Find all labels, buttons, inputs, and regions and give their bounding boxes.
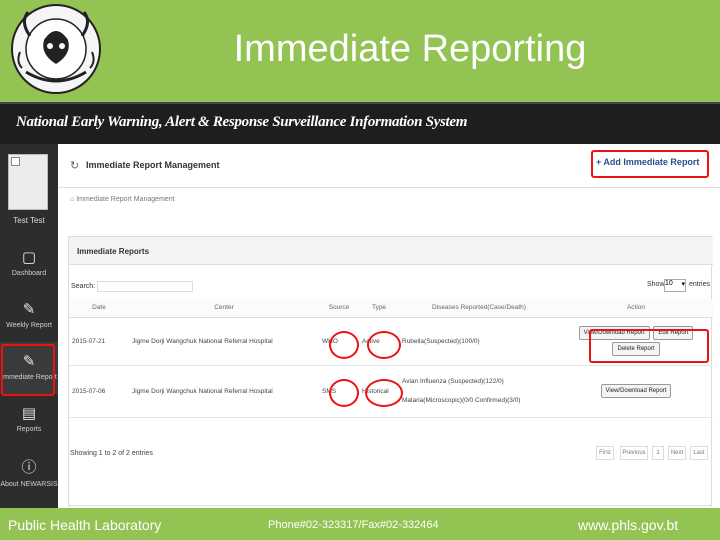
column-header[interactable]: Source xyxy=(319,299,359,318)
bar-chart-icon: ▤ xyxy=(21,404,37,422)
table-header-row: Date Center Source Type Diseases Reporte… xyxy=(69,299,713,318)
sidebar-item-reports[interactable]: ▤ Reports xyxy=(0,394,58,446)
emblem-seal-icon xyxy=(11,4,101,94)
highlight-circle xyxy=(329,379,359,407)
diseases-cell: Rubella(Suspected)(100/0) xyxy=(399,317,559,366)
caret-down-icon: ▾ xyxy=(681,281,685,288)
edit-icon: ✎ xyxy=(22,300,36,318)
sidebar-item-label: Weekly Report xyxy=(6,322,52,329)
slide-footer: Public Health Laboratory Phone#02-323317… xyxy=(0,510,720,540)
pagination-page-1[interactable]: 1 xyxy=(652,446,664,460)
app-screenshot: National Early Warning, Alert & Response… xyxy=(0,102,720,508)
page-size-select[interactable]: 10 ▾ xyxy=(664,279,686,292)
app-header-bar: National Early Warning, Alert & Response… xyxy=(0,104,720,144)
highlight-circle xyxy=(329,331,359,359)
column-header: Action xyxy=(559,299,713,318)
footer-website: www.phls.gov.bt xyxy=(578,517,679,533)
footer-org: Public Health Laboratory xyxy=(8,517,162,533)
disease-item: Malaria(Microscopic)(0/0 Confirmed)(3/0) xyxy=(402,397,521,404)
page-title: Immediate Report Management xyxy=(86,160,220,170)
slide-title: Immediate Reporting xyxy=(233,28,587,70)
app-title: National Early Warning, Alert & Response… xyxy=(16,114,468,130)
column-header[interactable]: Diseases Reported(Case/Death) xyxy=(399,299,559,318)
page-header: ↻ Immediate Report Management + Add Imme… xyxy=(58,144,720,188)
sidebar: Test Test ▢ Dashboard ✎ Weekly Report ✎ … xyxy=(0,144,58,508)
entries-label: entries xyxy=(689,281,711,288)
highlight-box xyxy=(1,344,55,396)
refresh-icon: ↻ xyxy=(70,159,80,172)
sidebar-item-label: Reports xyxy=(16,426,42,433)
pagination-previous[interactable]: Previous xyxy=(620,446,648,460)
table-info: Showing 1 to 2 of 2 entries xyxy=(70,450,153,457)
page-size-value: 10 xyxy=(665,280,673,287)
pagination-next[interactable]: Next xyxy=(668,446,686,460)
panel-header: Immediate Reports xyxy=(69,237,713,265)
pagination-last[interactable]: Last xyxy=(690,446,708,460)
action-cell: View/Download Report xyxy=(559,365,713,418)
reports-panel: Immediate Reports Search: Show 10 ▾ entr… xyxy=(68,236,713,506)
sidebar-item-label: About NEWARSIS xyxy=(0,481,58,488)
search-input[interactable] xyxy=(97,281,193,292)
broken-image-icon xyxy=(11,157,20,166)
home-icon[interactable]: ⌂ xyxy=(70,196,74,203)
diseases-cell: Avian Influenza (Suspected)(122/0) Malar… xyxy=(399,365,559,418)
date-cell: 2015-07-21 xyxy=(69,317,129,366)
highlight-circle xyxy=(365,379,403,407)
sidebar-item-label: Dashboard xyxy=(11,270,47,277)
user-name: Test Test xyxy=(13,216,45,225)
footer-contact: Phone#02-323317/Fax#02-332464 xyxy=(268,519,439,531)
date-cell: 2015-07-06 xyxy=(69,365,129,418)
highlight-box xyxy=(591,150,709,178)
sidebar-item-dashboard[interactable]: ▢ Dashboard xyxy=(0,238,58,290)
show-label: Show xyxy=(647,281,665,288)
center-cell: Jigme Dorji Wangchuk National Referral H… xyxy=(129,317,319,366)
sidebar-item-about[interactable]: ⓘ About NEWARSIS xyxy=(0,446,58,498)
pagination-first[interactable]: First xyxy=(596,446,614,460)
column-header[interactable]: Center xyxy=(129,299,319,318)
highlight-circle xyxy=(367,331,401,359)
column-header[interactable]: Date xyxy=(69,299,129,318)
search-label: Search: xyxy=(71,283,96,290)
monitor-icon: ▢ xyxy=(21,248,37,266)
avatar xyxy=(8,154,48,210)
breadcrumb: ⌂ Immediate Report Management xyxy=(70,196,175,203)
disease-item: Avian Influenza (Suspected)(122/0) xyxy=(402,378,504,385)
highlight-box xyxy=(589,329,709,363)
breadcrumb-item[interactable]: Immediate Report Management xyxy=(76,196,174,203)
main-content: ↻ Immediate Report Management + Add Imme… xyxy=(58,144,720,508)
center-cell: Jigme Dorji Wangchuk National Referral H… xyxy=(129,365,319,418)
panel-title: Immediate Reports xyxy=(77,247,150,256)
view-download-report-button[interactable]: View/Download Report xyxy=(600,384,672,398)
column-header[interactable]: Type xyxy=(359,299,399,318)
sidebar-item-weekly-report[interactable]: ✎ Weekly Report xyxy=(0,290,58,342)
info-icon: ⓘ xyxy=(21,458,37,476)
